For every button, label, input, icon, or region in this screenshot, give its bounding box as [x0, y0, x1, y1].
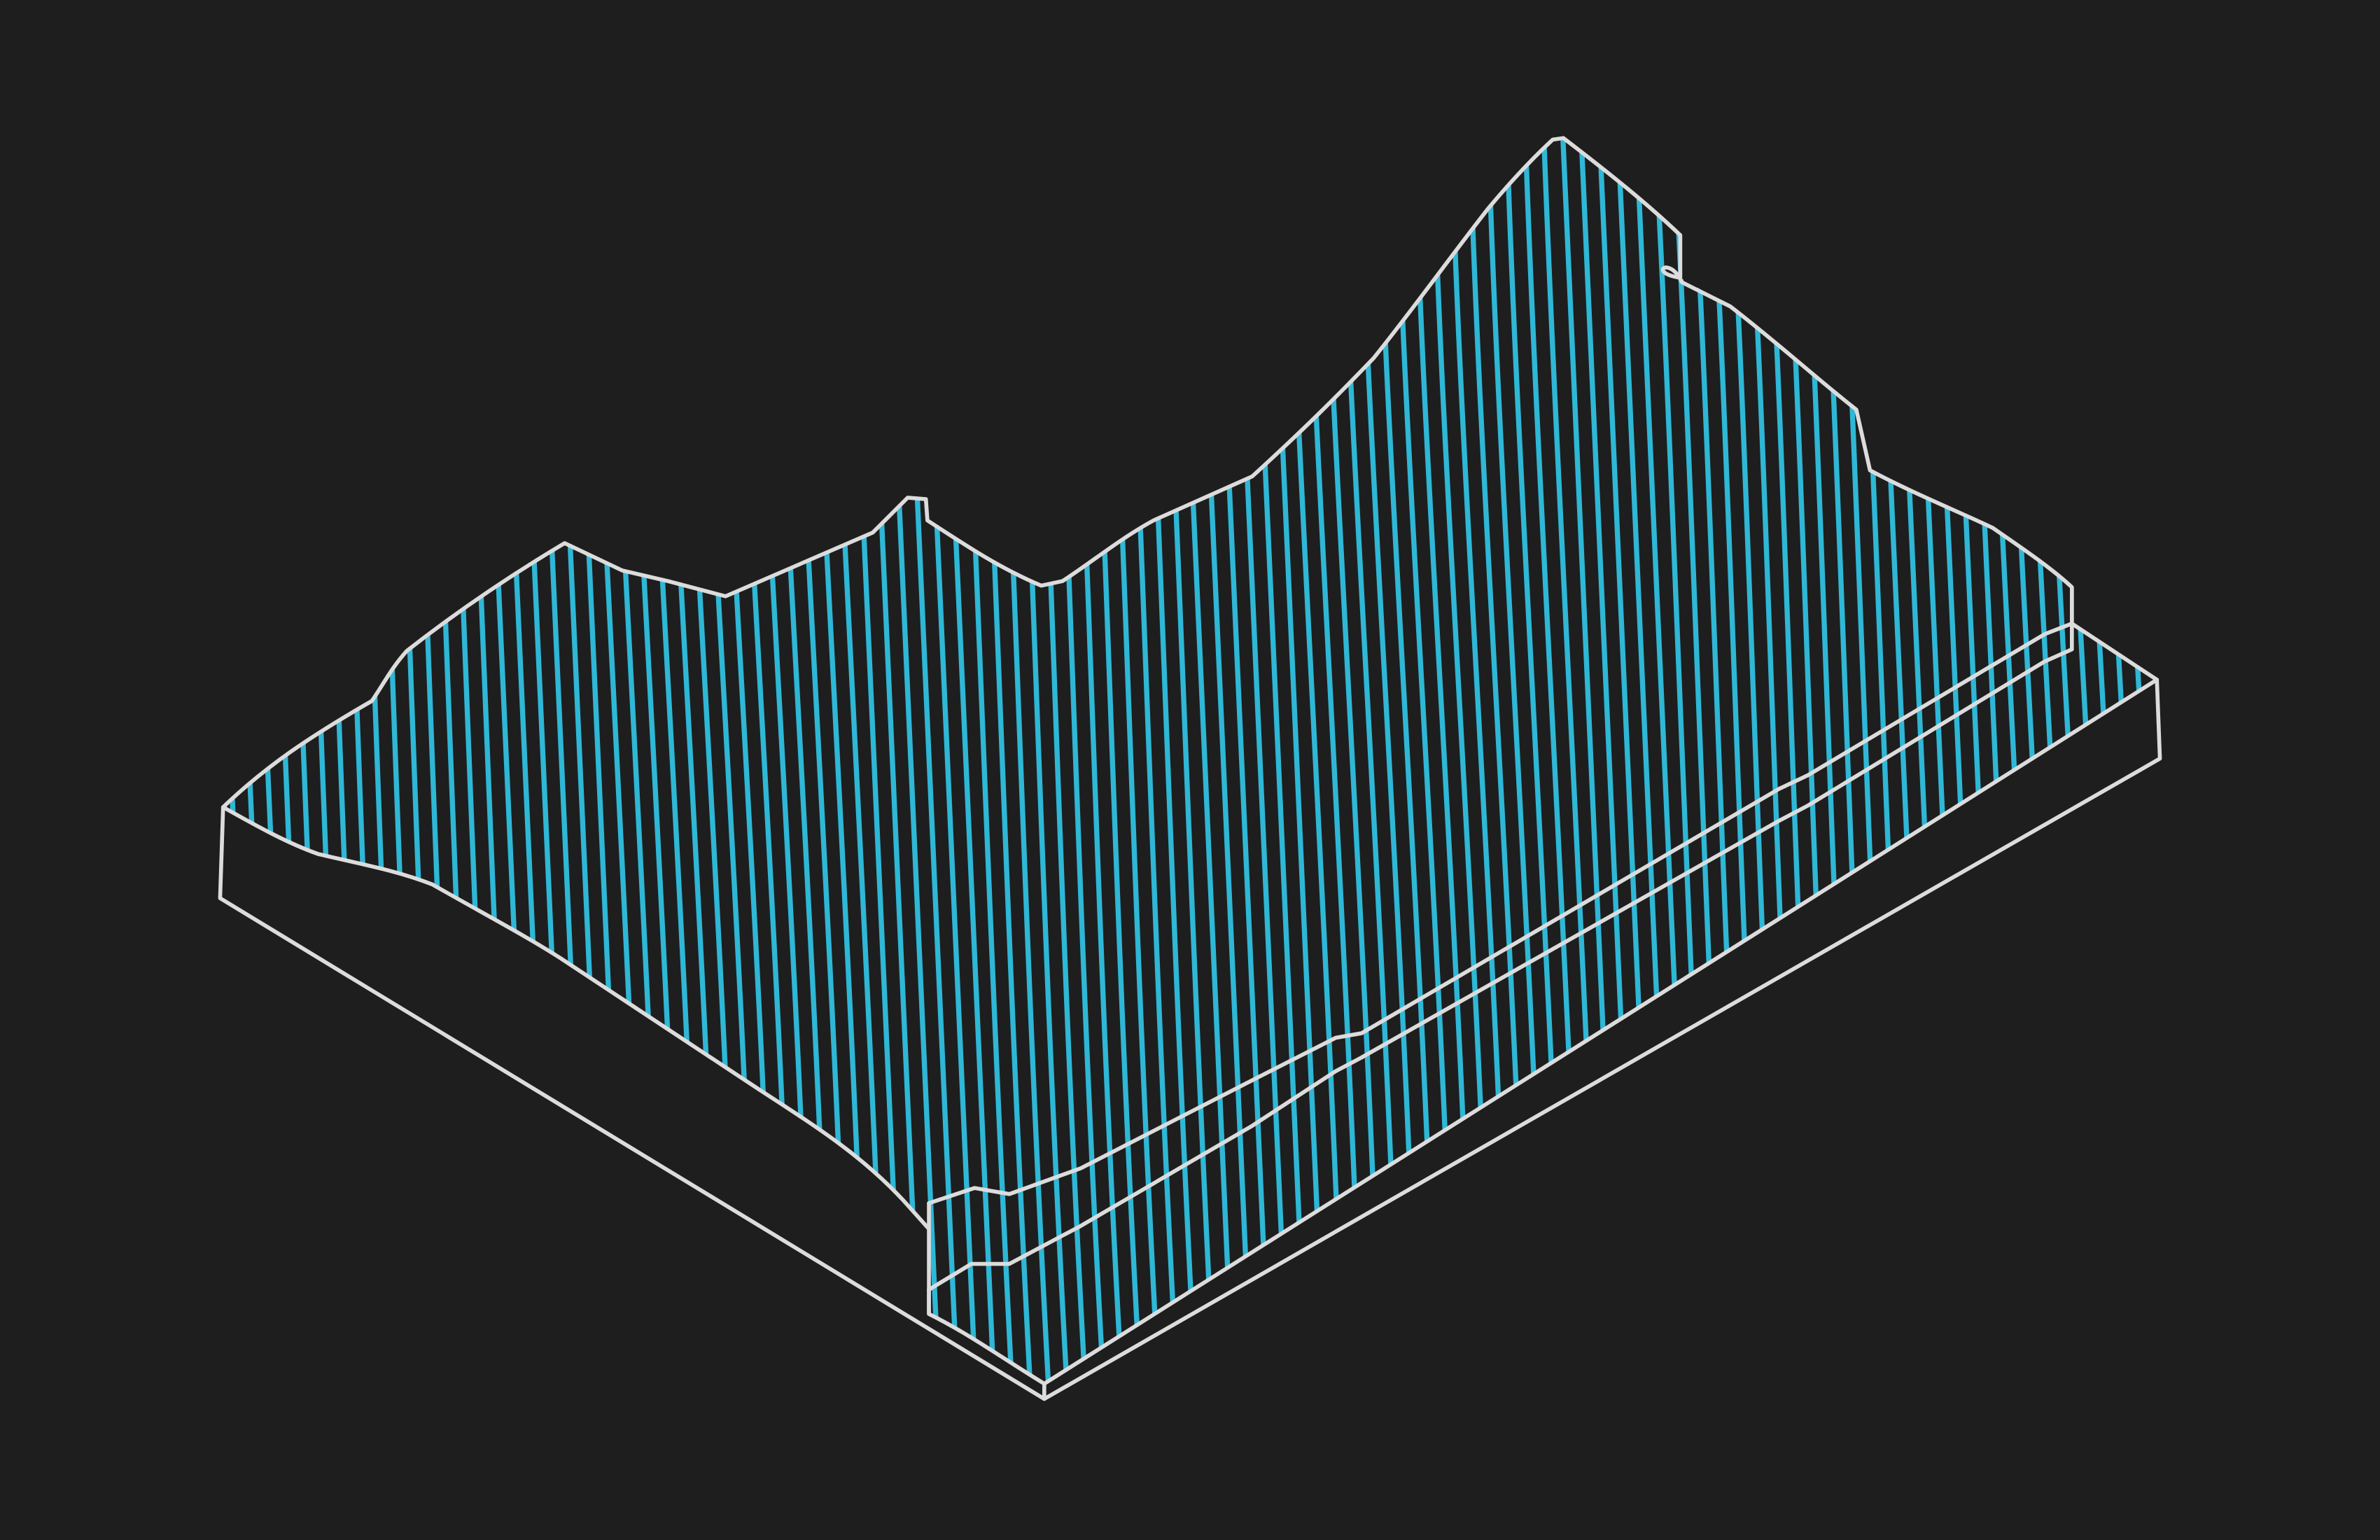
hatch-line	[1245, 138, 1312, 1384]
hatch-line	[1980, 138, 2047, 1384]
hatch-line	[2054, 138, 2120, 1384]
hatch-line	[2185, 91, 2246, 1441]
hatch-line	[878, 138, 944, 1384]
terrain-top-outline	[220, 136, 2160, 809]
hatch-line	[1209, 138, 1275, 1384]
hatch-line	[1944, 138, 2010, 1384]
hatch-line	[491, 138, 559, 1384]
hatch-line	[933, 138, 1000, 1384]
hatch-line	[914, 138, 981, 1384]
hatch-line	[547, 138, 613, 1384]
hatch-line	[2167, 91, 2228, 1441]
hatch-line	[528, 138, 595, 1384]
hatch-line	[2146, 138, 2157, 1384]
hatch-line	[1576, 138, 1643, 1384]
hatch-line	[951, 138, 1018, 1384]
hatch-line	[2128, 138, 2157, 1384]
hatch-line	[1999, 138, 2066, 1384]
hatch-line	[510, 138, 577, 1384]
hatch-line	[1558, 138, 1625, 1384]
hatch-line	[1539, 138, 1606, 1384]
hatch-line	[2036, 138, 2102, 1384]
isometric-terrain-diagram	[218, 91, 2246, 1441]
hatch-line	[1907, 138, 1973, 1384]
hatch-line	[1595, 138, 1661, 1384]
hatch-line	[841, 138, 908, 1384]
hatch-line	[253, 138, 319, 1384]
hatch-line	[234, 138, 301, 1384]
hatch-line	[223, 138, 264, 1384]
hatch-line	[1889, 138, 1955, 1384]
hatch-line	[223, 138, 246, 1384]
hatch-line	[1926, 138, 1992, 1384]
terrain-surface-hatching	[223, 91, 2246, 1441]
hatch-line	[2073, 138, 2139, 1384]
base-right-side	[1042, 678, 2162, 1401]
hatch-line	[2017, 138, 2084, 1384]
base-left-side	[218, 805, 1046, 1401]
hatch-line	[1613, 138, 1679, 1384]
hatch-line	[822, 138, 889, 1384]
hatch-line	[2109, 138, 2157, 1384]
hatch-line	[860, 138, 926, 1384]
hatch-line	[1227, 138, 1294, 1384]
hatch-line	[1190, 138, 1256, 1384]
